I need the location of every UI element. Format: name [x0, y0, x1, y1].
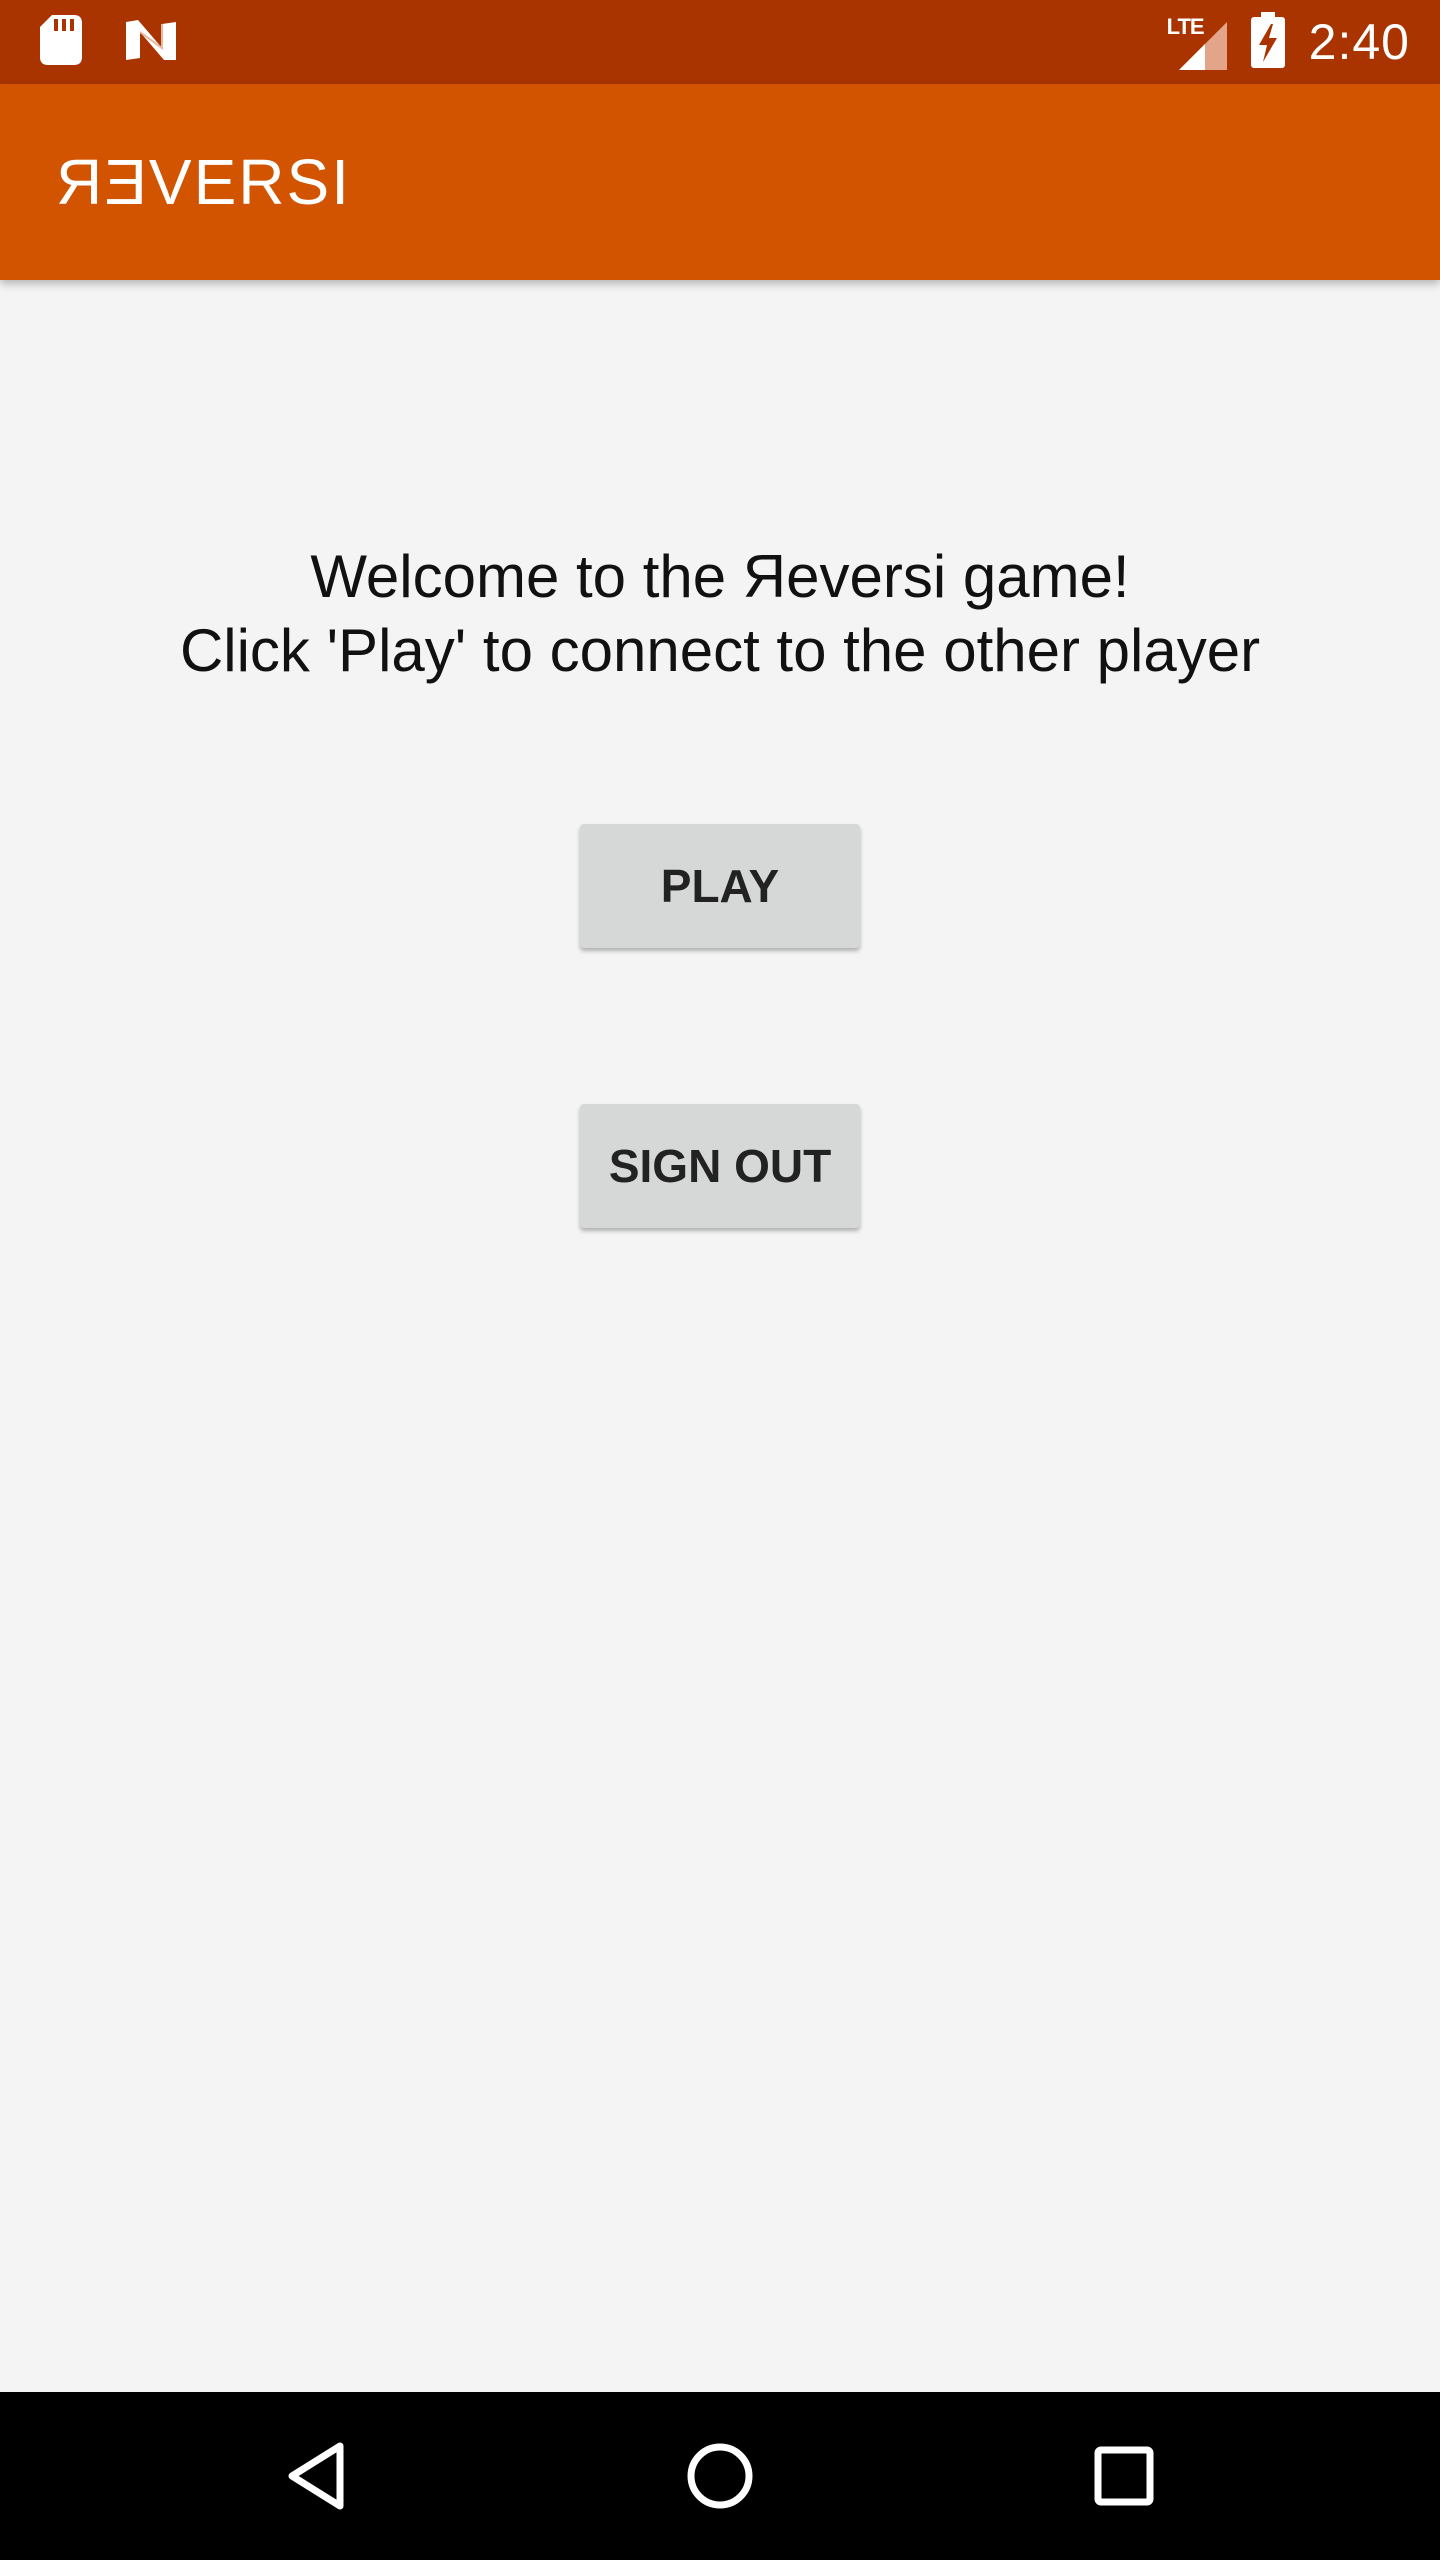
welcome-line-2: Click 'Play' to connect to the other pla… [179, 617, 1261, 684]
home-button[interactable] [670, 2426, 770, 2526]
welcome-line-1: Welcome to the Яeversi game! [310, 543, 1130, 610]
home-circle-icon [687, 2443, 753, 2509]
play-button[interactable]: PLAY [580, 824, 860, 948]
back-triangle-icon [288, 2442, 344, 2510]
status-left-icons [40, 14, 178, 70]
battery-charging-icon [1250, 11, 1285, 73]
sd-card-icon [40, 14, 82, 70]
status-bar: LTE 2:40 [0, 0, 1440, 84]
sign-out-button[interactable]: SIGN OUT [580, 1104, 860, 1228]
app-bar: ЯƎVERSI [0, 84, 1440, 280]
welcome-message: Welcome to the Яeversi game! Click 'Play… [0, 540, 1440, 688]
app-title: ЯƎVERSI [56, 146, 351, 218]
status-time: 2:40 [1308, 14, 1410, 70]
back-button[interactable] [266, 2426, 366, 2526]
lte-signal-icon: LTE [1167, 12, 1227, 72]
recents-button[interactable] [1074, 2426, 1174, 2526]
navigation-bar [0, 2392, 1440, 2560]
recents-square-icon [1094, 2446, 1154, 2506]
status-right-icons: LTE 2:40 [1167, 11, 1410, 73]
n-notification-icon [124, 18, 178, 67]
